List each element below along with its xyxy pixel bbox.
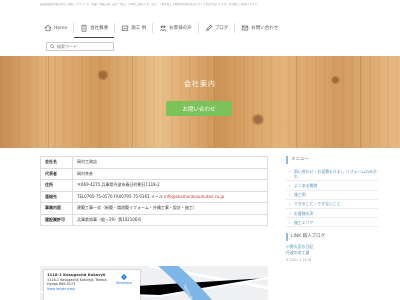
nav-voice[interactable]: お客様の声 — [153, 18, 198, 38]
building-icon — [81, 24, 87, 32]
nav-home[interactable]: Home — [38, 18, 73, 38]
wood-seam — [48, 56, 49, 148]
row-value: 建築工事一式（新築・増改築リフォーム・外構工事・設計・施工） — [72, 202, 268, 215]
nav-contact[interactable]: お問い合わせ — [235, 18, 284, 38]
blog-post-link[interactable]: 丹波の木工展 — [286, 250, 378, 256]
contact-button[interactable]: お問い合わせ — [166, 101, 232, 116]
row-value: 兵庫県知事（般－29）第102106号 — [72, 213, 268, 226]
nav-label: お問い合わせ — [251, 26, 279, 31]
row-label: 会社名 — [40, 156, 73, 169]
nav-works[interactable]: 施工 例 — [115, 18, 152, 38]
row-label: 建設業許可 — [40, 213, 73, 226]
post-date: 9 2021-1 [2-9] — [286, 257, 312, 262]
page-title: 会社案内 — [184, 80, 216, 88]
nav-company[interactable]: 会社概要 — [74, 18, 115, 38]
row-value: 岡村工務店 — [72, 156, 268, 169]
row-label: 代表者 — [40, 167, 73, 180]
nav-label: Home — [54, 25, 68, 31]
nav-label: お客様の声 — [169, 26, 192, 31]
table-row: 住所 〒669-4275 兵庫県丹波市春日町朝日1118-2 — [40, 179, 268, 192]
nav-label: 施工 例 — [131, 26, 147, 31]
photo-icon — [122, 25, 129, 31]
row-value: 岡村幸彦 — [72, 167, 268, 180]
header-note: 兵庫県丹波市春日町の工務店（リフォーム・新築・外構工事・設計・施工）の岡村工務店… — [40, 3, 260, 6]
row-label: 住所 — [40, 179, 73, 192]
sidebar-item-area[interactable]: 施工エリア — [286, 218, 378, 228]
view-larger-map-link[interactable]: View larger map — [47, 287, 137, 292]
sidebar-item-voice[interactable]: お客様の声 — [286, 209, 378, 219]
table-row: 連絡先 TEL0795-75-0570 FAX0795-75-0161 メール … — [40, 190, 268, 203]
wood-knot — [250, 114, 266, 125]
directions-label: Directions — [115, 281, 133, 285]
table-row: 会社名 岡村工務店 — [40, 156, 268, 169]
email-link[interactable]: info@okamurakoumuten.co.jp — [164, 194, 224, 199]
home-icon — [44, 24, 52, 32]
map-embed[interactable]: 1118-1 Kasugachō Kokuryō 1118-1 Kasugach… — [40, 266, 268, 300]
sidebar-item-works[interactable]: 施工例 — [286, 191, 378, 200]
wood-seam — [132, 56, 133, 148]
directions-icon — [121, 274, 127, 280]
pencil-icon — [205, 24, 213, 31]
row-label: 連絡先 — [40, 190, 73, 203]
sidebar-item-capabilities[interactable]: できること・できないこと — [286, 200, 378, 210]
row-value: TEL0795-75-0570 FAX0795-75-0161 メール info… — [72, 190, 268, 203]
table-row: 代表者 岡村幸彦 — [40, 167, 268, 180]
row-label: 事業内容 — [40, 202, 73, 215]
contact-text: TEL0795-75-0570 FAX0795-75-0161 メール — [77, 193, 163, 199]
search-icon — [50, 44, 55, 49]
wood-seam — [296, 56, 297, 148]
sidebar: メニュー 雨い合わせ・お見積もりまし リフォームのみかわ よくある質問 施工例 … — [286, 156, 378, 262]
mail-icon — [242, 25, 249, 31]
sidebar-blog-heading: LINK 職人ブログ — [286, 233, 378, 242]
sidebar-item-faq[interactable]: よくある質問 — [286, 181, 378, 191]
people-icon — [160, 25, 167, 32]
nav-blog[interactable]: ブログ — [199, 18, 235, 38]
search-box — [46, 42, 114, 51]
wood-seam — [360, 56, 361, 148]
nav-label: ブログ — [214, 26, 229, 31]
table-row: 事業内容 建築工事一式（新築・増改築リフォーム・外構工事・設計・施工） — [40, 202, 268, 215]
search-input[interactable] — [57, 44, 113, 49]
main-nav: Home 会社概要 施工 例 お客様の声 ブログ お問い合わせ — [38, 18, 284, 38]
table-row: 建設業許可 兵庫県知事（般－29）第102106号 — [40, 213, 268, 226]
directions-button[interactable]: Directions — [114, 274, 134, 285]
sidebar-item-inquiry[interactable]: 雨い合わせ・お見積もりまし リフォームのみかわ — [286, 167, 378, 182]
sidebar-menu-heading: メニュー — [286, 156, 378, 164]
row-value: 〒669-4275 兵庫県丹波市春日町朝日1118-2 — [72, 179, 268, 192]
company-info-table: 会社名 岡村工務店 代表者 岡村幸彦 住所 〒669-4275 兵庫県丹波市春日… — [40, 156, 268, 226]
nav-label: 会社概要 — [90, 25, 109, 31]
